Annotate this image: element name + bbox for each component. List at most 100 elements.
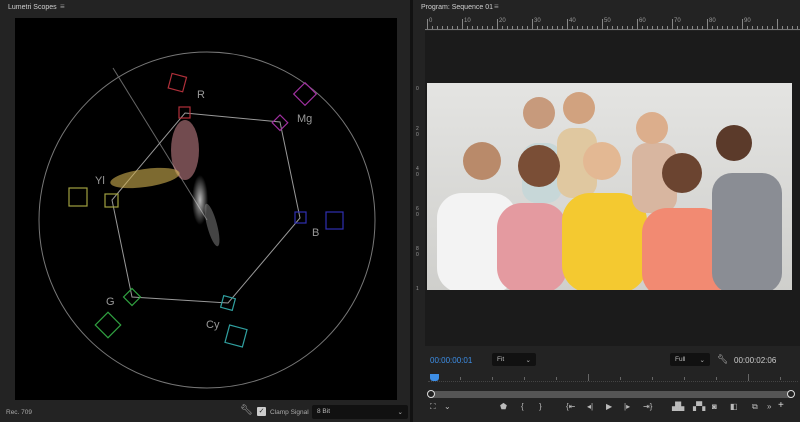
checkbox-icon[interactable]: ✓ — [257, 407, 266, 416]
ruler-tick — [497, 19, 498, 29]
ruler-tick — [632, 26, 633, 29]
label-r: R — [197, 89, 205, 101]
go-to-out-icon[interactable]: ⇥} — [643, 402, 652, 411]
menu-icon[interactable]: ≡ — [494, 2, 499, 11]
current-timecode[interactable]: 00:00:00:01 — [430, 356, 472, 365]
scroll-handle-left[interactable] — [427, 390, 435, 398]
ruler-tick — [787, 26, 788, 29]
ruler-tick — [432, 26, 433, 29]
scroll-handle-right[interactable] — [787, 390, 795, 398]
ruler-tick — [682, 26, 683, 29]
ruler-tick — [472, 26, 473, 29]
timeline-tick — [652, 377, 653, 380]
ruler-tick — [557, 26, 558, 29]
camera-icon[interactable]: ◙ — [712, 402, 717, 411]
chevron-down-icon[interactable]: ⌄ — [444, 402, 451, 411]
vertical-ruler: 0 2 0 4 0 6 0 8 0 1 — [413, 30, 425, 330]
ruler-label: 70 — [674, 18, 681, 24]
ruler-tick — [447, 26, 448, 29]
timeline-tick — [556, 377, 557, 380]
marker-icon[interactable]: ⬟ — [500, 402, 507, 411]
program-monitor-viewer[interactable] — [425, 31, 800, 346]
program-title: Program: Sequence 01 — [421, 4, 493, 11]
panel-title: Lumetri Scopes — [8, 4, 57, 11]
ruler-tick — [652, 26, 653, 29]
bit-depth-dropdown[interactable]: 8 Bit ⌄ — [312, 405, 408, 419]
ruler-tick — [727, 26, 728, 29]
ruler-label: 60 — [639, 18, 646, 24]
compare-icon[interactable]: ◧ — [730, 402, 738, 411]
more-icon[interactable]: » — [767, 402, 771, 411]
ruler-tick — [622, 26, 623, 29]
ruler-tick — [507, 26, 508, 29]
go-to-in-icon[interactable]: {⇤ — [566, 402, 575, 411]
ruler-tick — [437, 26, 438, 29]
ruler-tick — [482, 26, 483, 29]
safe-margins-icon[interactable]: ⛶ — [430, 402, 436, 412]
vruler-label: 2 0 — [416, 126, 419, 138]
chevron-down-icon: ⌄ — [525, 357, 531, 364]
playhead[interactable] — [430, 374, 439, 381]
play-icon[interactable]: ▶ — [606, 402, 612, 411]
time-ruler[interactable]: 0 10 20 30 40 50 60 70 80 90 — [425, 18, 800, 30]
menu-icon[interactable]: ≡ — [60, 2, 65, 11]
overwrite-icon[interactable]: ⧉ — [752, 402, 758, 412]
ruler-label: 30 — [534, 18, 541, 24]
ruler-tick — [662, 26, 663, 29]
ruler-tick — [767, 26, 768, 29]
ruler-tick — [702, 26, 703, 29]
ruler-tick — [617, 26, 618, 29]
timeline-tick — [620, 377, 621, 380]
ruler-tick — [667, 26, 668, 29]
wrench-icon[interactable]: 🔧︎ — [717, 354, 728, 365]
ruler-tick — [717, 26, 718, 29]
vectorscope: R Mg B Cy G Yl — [15, 18, 397, 400]
label-cy: Cy — [206, 319, 220, 331]
ruler-tick — [427, 19, 428, 29]
step-back-icon[interactable]: ◂| — [587, 402, 593, 411]
mark-out-icon[interactable]: } — [539, 402, 542, 411]
zoom-scrollbar[interactable] — [427, 390, 795, 398]
lift-icon[interactable]: ▟▙ — [672, 402, 684, 411]
vruler-label: 4 0 — [416, 166, 419, 178]
ruler-tick — [567, 19, 568, 29]
ruler-tick — [707, 19, 708, 29]
resolution-dropdown[interactable]: Full ⌄ — [670, 353, 710, 366]
timeline-tick — [716, 377, 717, 380]
ruler-tick — [492, 26, 493, 29]
timeline-tick — [524, 377, 525, 380]
resolution-value: Full — [675, 356, 686, 363]
ruler-tick — [772, 26, 773, 29]
color-standard: Rec. 709 — [6, 409, 33, 416]
ruler-tick — [467, 26, 468, 29]
ruler-tick — [587, 26, 588, 29]
duration-timecode: 00:00:02:06 — [734, 356, 777, 365]
clamp-signal-label: Clamp Signal — [270, 409, 309, 416]
ruler-tick — [672, 19, 673, 29]
ruler-tick — [522, 26, 523, 29]
ruler-tick — [582, 26, 583, 29]
ruler-tick — [612, 26, 613, 29]
add-icon[interactable]: + — [778, 400, 784, 411]
label-g: G — [106, 296, 115, 308]
mini-timeline[interactable] — [428, 374, 798, 382]
ruler-tick — [597, 26, 598, 29]
ruler-tick — [712, 26, 713, 29]
ruler-tick — [442, 26, 443, 29]
ruler-tick — [752, 26, 753, 29]
step-forward-icon[interactable]: |▸ — [624, 402, 630, 411]
bit-depth-value: 8 Bit — [317, 408, 331, 415]
extract-icon[interactable]: ▞▚ — [693, 402, 705, 411]
mark-in-icon[interactable]: { — [521, 402, 524, 411]
ruler-tick — [762, 26, 763, 29]
vruler-label: 8 0 — [416, 246, 419, 258]
zoom-value: Fit — [497, 356, 505, 363]
wrench-icon[interactable]: 🔧︎ — [240, 405, 253, 416]
ruler-tick — [572, 26, 573, 29]
zoom-dropdown[interactable]: Fit ⌄ — [492, 353, 536, 366]
ruler-tick — [592, 26, 593, 29]
video-frame — [427, 83, 792, 290]
ruler-tick — [562, 26, 563, 29]
ruler-tick — [642, 26, 643, 29]
ruler-tick — [457, 26, 458, 29]
